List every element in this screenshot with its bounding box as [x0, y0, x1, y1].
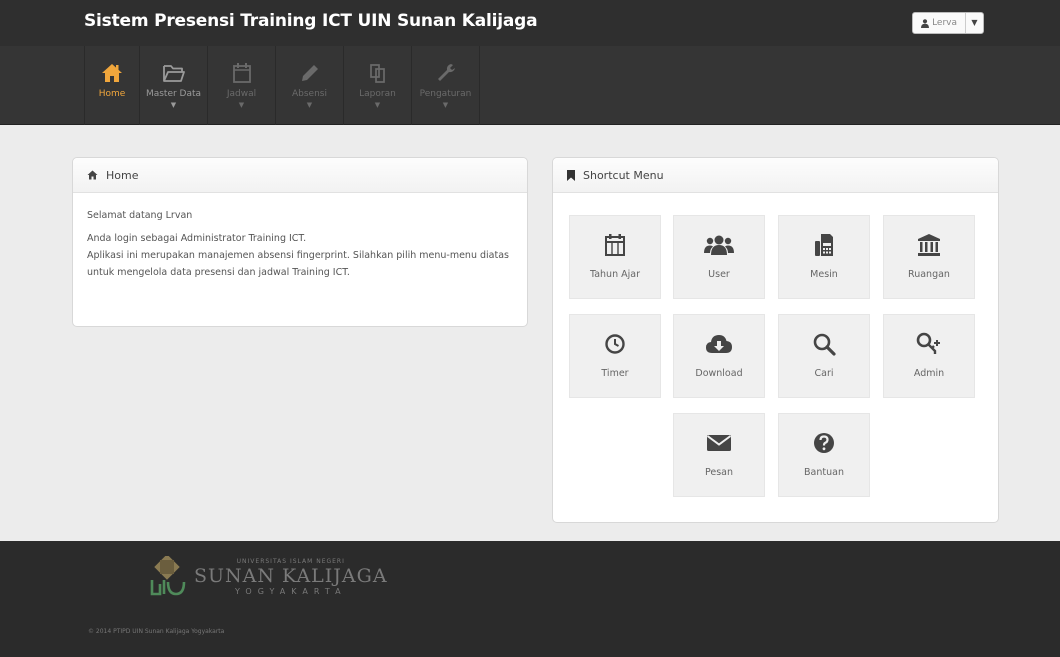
uin-logo-icon	[150, 556, 186, 596]
calendar-icon	[604, 230, 626, 260]
nav-label-home: Home	[98, 89, 126, 99]
help-icon	[813, 428, 835, 458]
shortcut-label: Ruangan	[908, 269, 950, 280]
nav-item-absensi[interactable]: Absensi ▼	[276, 46, 344, 125]
shortcut-label: User	[708, 269, 730, 280]
shortcut-label: Cari	[814, 368, 834, 379]
user-menu-button[interactable]: Lerva ▼	[912, 12, 984, 34]
nav-item-master-data[interactable]: Master Data ▼	[140, 46, 208, 125]
nav-label-laporan: Laporan	[359, 89, 396, 99]
nav-item-jadwal[interactable]: Jadwal ▼	[208, 46, 276, 125]
shortcut-panel: Shortcut Menu Tahun Ajar User Mesin Ruan…	[552, 157, 999, 523]
dropdown-caret-icon: ▼	[170, 101, 177, 109]
cloud-download-icon	[705, 329, 733, 359]
bookmark-icon	[567, 169, 575, 181]
users-icon	[704, 230, 734, 260]
shortcut-label: Admin	[913, 368, 945, 379]
nav-label-absensi: Absensi	[292, 89, 327, 99]
key-icon	[916, 329, 942, 359]
building-icon	[917, 230, 941, 260]
footer-uni-city: YOGYAKARTA	[234, 587, 347, 596]
shortcut-label: Tahun Ajar	[589, 269, 640, 280]
shortcut-mesin[interactable]: Mesin	[778, 215, 870, 299]
app-description-text-cont: untuk mengelola data presensi dan jadwal…	[87, 267, 350, 278]
shortcut-panel-header: Shortcut Menu	[553, 158, 998, 193]
shortcut-timer[interactable]: Timer	[569, 314, 661, 398]
home-panel: Home Selamat datang Lrvan Anda login seb…	[72, 157, 528, 327]
pencil-icon	[300, 60, 320, 86]
shortcut-pesan[interactable]: Pesan	[673, 413, 765, 497]
shortcut-bantuan[interactable]: Bantuan	[778, 413, 870, 497]
calendar-icon	[232, 60, 252, 86]
shortcut-ruangan[interactable]: Ruangan	[883, 215, 975, 299]
login-info-text: Anda login sebagai Administrator Trainin…	[87, 233, 307, 244]
app-description-text: Aplikasi ini merupakan manajemen absensi…	[87, 250, 509, 261]
nav-item-home[interactable]: Home	[84, 46, 140, 125]
user-name: Lerva	[932, 18, 957, 28]
home-panel-title: Home	[106, 168, 139, 182]
home-panel-body: Selamat datang Lrvan Anda login sebagai …	[73, 193, 527, 295]
shortcut-tahun-ajar[interactable]: Tahun Ajar	[569, 215, 661, 299]
folder-icon	[162, 60, 186, 86]
nav-label-master-data: Master Data	[145, 89, 202, 99]
nav-item-laporan[interactable]: Laporan ▼	[344, 46, 412, 125]
shortcut-admin[interactable]: Admin	[883, 314, 975, 398]
home-panel-header: Home	[73, 158, 527, 193]
nav-label-pengaturan: Pengaturan	[419, 89, 472, 99]
copy-icon	[368, 60, 388, 86]
home-icon	[101, 60, 123, 86]
wrench-icon	[436, 60, 456, 86]
shortcut-cari[interactable]: Cari	[778, 314, 870, 398]
welcome-text: Selamat datang Lrvan	[87, 210, 193, 221]
main-navbar: Home Master Data ▼ Jadwal ▼ Absensi ▼ La…	[0, 46, 1060, 125]
footer-copyright: © 2014 PTIPD UIN Sunan Kalijaga Yogyakar…	[88, 628, 225, 635]
shortcut-label: Pesan	[704, 467, 734, 478]
app-title: Sistem Presensi Training ICT UIN Sunan K…	[84, 11, 538, 31]
search-icon	[812, 329, 836, 359]
footer-uni-small: UNIVERSITAS ISLAM NEGERI	[236, 558, 345, 565]
shortcut-panel-title: Shortcut Menu	[583, 168, 664, 182]
footer-uni-name: SUNAN KALIJAGA	[194, 565, 388, 587]
dropdown-caret-icon: ▼	[238, 101, 245, 109]
nav-label-jadwal: Jadwal	[226, 89, 257, 99]
shortcut-label: Timer	[601, 368, 629, 379]
shortcut-download[interactable]: Download	[673, 314, 765, 398]
dropdown-caret-icon: ▼	[306, 101, 313, 109]
shortcut-label: Bantuan	[804, 467, 844, 478]
university-logo: UNIVERSITAS ISLAM NEGERI SUNAN KALIJAGA …	[148, 556, 388, 598]
main-nav: Home Master Data ▼ Jadwal ▼ Absensi ▼ La…	[84, 46, 480, 125]
footer: UNIVERSITAS ISLAM NEGERI SUNAN KALIJAGA …	[0, 541, 1060, 657]
nav-item-pengaturan[interactable]: Pengaturan ▼	[412, 46, 480, 125]
dropdown-caret-icon: ▼	[442, 101, 449, 109]
top-bar: Sistem Presensi Training ICT UIN Sunan K…	[0, 0, 1060, 46]
shortcut-label: Mesin	[810, 269, 838, 280]
fax-machine-icon	[813, 230, 835, 260]
envelope-icon	[706, 428, 732, 458]
shortcut-user[interactable]: User	[673, 215, 765, 299]
user-icon	[921, 18, 930, 28]
clock-icon	[604, 329, 626, 359]
dropdown-caret-icon: ▼	[374, 101, 381, 109]
chevron-down-icon[interactable]: ▼	[965, 13, 983, 33]
home-icon	[87, 170, 98, 180]
user-menu-label[interactable]: Lerva	[913, 13, 965, 33]
shortcut-label: Download	[695, 368, 743, 379]
